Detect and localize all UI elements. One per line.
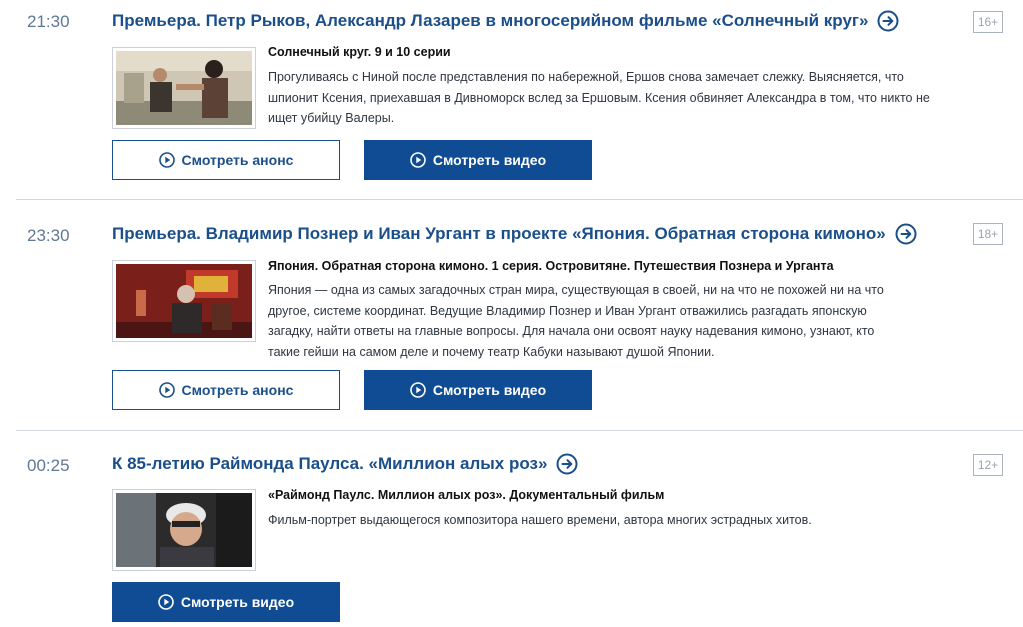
program-subtitle: Япония. Обратная сторона кимоно. 1 серия… xyxy=(268,259,834,273)
program-time: 23:30 xyxy=(27,226,70,245)
play-circle-icon xyxy=(158,382,175,398)
button-label: Смотреть видео xyxy=(180,594,295,610)
watch-trailer-button[interactable]: Смотреть анонс xyxy=(112,370,340,410)
watch-video-button[interactable]: Смотреть видео xyxy=(364,370,592,410)
program-thumbnail[interactable] xyxy=(112,489,256,571)
watch-video-button[interactable]: Смотреть видео xyxy=(364,140,592,180)
age-rating-badge: 18+ xyxy=(973,223,1003,245)
age-rating-badge: 16+ xyxy=(973,11,1003,33)
button-label: Смотреть анонс xyxy=(181,382,294,398)
program-thumbnail[interactable] xyxy=(112,260,256,342)
button-label: Смотреть видео xyxy=(432,152,547,168)
program-title-link[interactable]: Премьера. Владимир Познер и Иван Ургант … xyxy=(112,224,886,244)
play-circle-icon xyxy=(410,382,426,398)
button-label: Смотреть видео xyxy=(432,382,547,398)
program-time: 21:30 xyxy=(27,12,70,31)
program-time: 00:25 xyxy=(27,456,70,475)
program-description: Прогуливаясь с Ниной после представления… xyxy=(268,70,930,125)
program-thumbnail[interactable] xyxy=(112,47,256,129)
program-item: 00:25 К 85-летию Раймонда Паулса. «Милли… xyxy=(0,431,1023,627)
program-title-link[interactable]: Премьера. Петр Рыков, Александр Лазарев … xyxy=(112,11,868,31)
watch-trailer-button[interactable]: Смотреть анонс xyxy=(112,140,340,180)
age-rating-badge: 12+ xyxy=(973,454,1003,476)
program-description: Фильм-портрет выдающегося композитора на… xyxy=(268,513,812,527)
play-circle-icon xyxy=(158,152,175,168)
program-subtitle: Солнечный круг. 9 и 10 серии xyxy=(268,45,451,59)
program-title-link[interactable]: К 85-летию Раймонда Паулса. «Миллион алы… xyxy=(112,454,547,474)
arrow-right-circle-icon[interactable] xyxy=(877,10,899,32)
program-item: 23:30 Премьера. Владимир Познер и Иван У… xyxy=(0,200,1023,430)
button-label: Смотреть анонс xyxy=(181,152,294,168)
program-item: 21:30 Премьера. Петр Рыков, Александр Ла… xyxy=(0,0,1023,197)
arrow-right-circle-icon[interactable] xyxy=(895,223,917,245)
program-subtitle: «Раймонд Паулс. Миллион алых роз». Докум… xyxy=(268,488,665,502)
play-circle-icon xyxy=(410,152,426,168)
play-circle-icon xyxy=(158,594,174,610)
arrow-right-circle-icon[interactable] xyxy=(556,453,578,475)
program-description: Япония — одна из самых загадочных стран … xyxy=(268,283,884,359)
watch-video-button[interactable]: Смотреть видео xyxy=(112,582,340,622)
